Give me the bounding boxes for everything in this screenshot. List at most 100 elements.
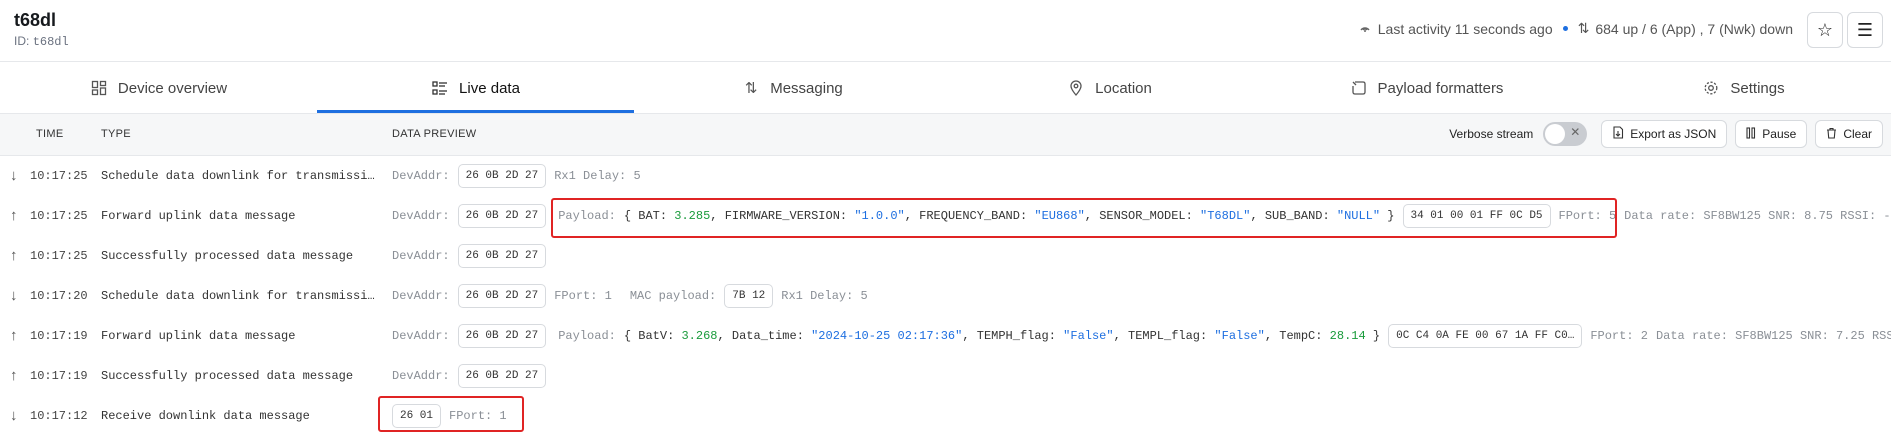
event-row[interactable]: ↓ 10:17:12 Receive downlink data message… xyxy=(0,396,1891,434)
tab-label: Payload formatters xyxy=(1377,79,1504,97)
arrow-up-icon: ↑ xyxy=(10,247,18,264)
event-row[interactable]: ↑ 10:17:19 Forward uplink data message D… xyxy=(0,316,1891,356)
col-time: TIME xyxy=(36,128,64,140)
devaddr-label: DevAddr: xyxy=(392,329,450,343)
event-type: Successfully processed data message xyxy=(101,369,354,383)
mac-payload-label: MAC payload: xyxy=(629,289,717,303)
device-header: t68dl ID: t68dl Last activity 11 seconds… xyxy=(0,0,1891,62)
hamburger-menu-icon: ☰ xyxy=(1856,19,1874,40)
verbose-stream-toggle[interactable]: ✕ xyxy=(1543,122,1588,146)
export-label: Export as JSON xyxy=(1630,127,1717,141)
toggle-knob xyxy=(1545,124,1566,144)
col-data-preview: DATA PREVIEW xyxy=(392,128,477,140)
list-icon xyxy=(431,79,449,97)
mac-payload-chip[interactable]: 7B 12 xyxy=(724,284,774,308)
data-preview: DevAddr: 26 0B 2D 27 Payload: { BatV: 3.… xyxy=(392,322,1891,350)
star-icon: ☆ xyxy=(1816,19,1834,40)
arrow-down-icon: ↓ xyxy=(10,287,18,304)
menu-button[interactable]: ☰ xyxy=(1847,12,1883,48)
tab-label: Live data xyxy=(459,79,520,97)
event-time: 10:17:19 xyxy=(30,369,88,383)
event-type: Receive downlink data message xyxy=(101,409,310,423)
tab-location[interactable]: Location xyxy=(951,62,1268,114)
tab-label: Device overview xyxy=(117,79,228,97)
pause-button[interactable]: Pause xyxy=(1735,120,1808,148)
activity-status: Last activity 11 seconds ago ⇅ 684 up / … xyxy=(1358,20,1793,37)
table-header: TIME TYPE DATA PREVIEW Verbose stream ✕ … xyxy=(0,114,1891,156)
devaddr-chip[interactable]: 26 0B 2D 27 xyxy=(457,204,547,228)
data-preview: DevAddr: 26 0B 2D 27 FPort: 1 MAC payloa… xyxy=(392,282,868,310)
data-preview: DevAddr: 26 0B 2D 27 xyxy=(392,242,547,270)
arrow-down-icon: ↓ xyxy=(10,167,18,184)
tab-messaging[interactable]: ⇅ Messaging xyxy=(634,62,951,114)
event-time: 10:17:12 xyxy=(30,409,88,423)
devaddr-chip[interactable]: 26 0B 2D 27 xyxy=(457,364,547,388)
clear-label: Clear xyxy=(1843,127,1872,141)
verbose-stream-label: Verbose stream xyxy=(1449,127,1534,141)
event-row[interactable]: ↑ 10:17:25 Successfully processed data m… xyxy=(0,236,1891,276)
event-type: Forward uplink data message xyxy=(101,329,296,343)
tab-device-overview[interactable]: Device overview xyxy=(0,62,317,114)
event-row[interactable]: ↑ 10:17:19 Successfully processed data m… xyxy=(0,356,1891,396)
up-down-arrows-icon: ⇅ xyxy=(744,80,758,97)
event-row[interactable]: ↓ 10:17:20 Schedule data downlink for tr… xyxy=(0,276,1891,316)
active-tab-indicator xyxy=(317,110,634,113)
data-preview: DevAddr: 26 0B 2D 27 Rx1 Delay: 5 xyxy=(392,162,641,190)
arrow-up-icon: ↑ xyxy=(10,367,18,384)
devaddr-label: DevAddr: xyxy=(392,209,450,223)
radio-metadata: Data rate: SF8BW125 SNR: 7.25 RSSI: - xyxy=(1655,329,1891,343)
stream-tools: Verbose stream ✕ Export as JSON Pause Cl… xyxy=(1449,120,1883,148)
event-time: 10:17:25 xyxy=(30,209,88,223)
trash-icon xyxy=(1826,127,1837,142)
tab-live-data[interactable]: Live data xyxy=(317,62,634,114)
devaddr-label: DevAddr: xyxy=(392,369,450,383)
arrow-down-icon: ↓ xyxy=(10,407,18,424)
device-id-value: t68dl xyxy=(32,35,69,49)
export-json-button[interactable]: Export as JSON xyxy=(1601,120,1728,148)
download-icon xyxy=(1612,126,1624,142)
pause-icon xyxy=(1746,126,1756,142)
event-type: Forward uplink data message xyxy=(101,209,296,223)
tab-label: Location xyxy=(1095,79,1152,97)
event-time: 10:17:19 xyxy=(30,329,88,343)
device-tabs: Device overview Live data ⇅ Messaging Lo… xyxy=(0,62,1891,114)
activity-dot xyxy=(1562,26,1568,31)
payload-label: Payload: xyxy=(558,329,616,343)
devaddr-chip[interactable]: 26 0B 2D 27 xyxy=(457,284,547,308)
event-row[interactable]: ↓ 10:17:25 Schedule data downlink for tr… xyxy=(0,156,1891,196)
map-pin-icon xyxy=(1067,79,1085,97)
clear-button[interactable]: Clear xyxy=(1815,120,1883,148)
devaddr-label: DevAddr: xyxy=(392,289,450,303)
tab-label: Settings xyxy=(1730,79,1785,97)
pause-label: Pause xyxy=(1762,127,1797,141)
last-activity: Last activity 11 seconds ago xyxy=(1377,20,1553,37)
rx1-delay: Rx1 Delay: 5 xyxy=(554,169,641,183)
device-id: ID: t68dl xyxy=(14,34,69,49)
code-icon xyxy=(1350,79,1368,97)
fport: FPort: 2 xyxy=(1590,329,1648,343)
devaddr-label: DevAddr: xyxy=(392,169,450,183)
grid-icon xyxy=(90,79,108,97)
raw-payload-chip[interactable]: 0C C4 0A FE 00 67 1A FF C0… xyxy=(1388,324,1583,348)
star-button[interactable]: ☆ xyxy=(1807,12,1843,48)
event-type: Successfully processed data message xyxy=(101,249,354,263)
signal-icon xyxy=(1358,20,1372,37)
radio-metadata: Data rate: SF8BW125 SNR: 8.75 RSSI: -7 xyxy=(1624,209,1891,223)
rx1-delay: Rx1 Delay: 5 xyxy=(781,289,868,303)
event-time: 10:17:25 xyxy=(30,249,88,263)
devaddr-chip[interactable]: 26 0B 2D 27 xyxy=(457,164,547,188)
devaddr-chip[interactable]: 26 0B 2D 27 xyxy=(457,324,547,348)
event-time: 10:17:25 xyxy=(30,169,88,183)
payload-object: { BatV: 3.268, Data_time: "2024-10-25 02… xyxy=(623,329,1381,343)
highlight-box xyxy=(378,396,524,432)
event-time: 10:17:20 xyxy=(30,289,88,303)
device-title: t68dl xyxy=(14,10,57,30)
highlight-box xyxy=(551,198,1617,238)
tab-label: Messaging xyxy=(770,79,843,97)
data-preview: DevAddr: 26 0B 2D 27 xyxy=(392,362,547,390)
traffic-counts: 684 up / 6 (App) , 7 (Nwk) down xyxy=(1595,20,1793,37)
tab-payload-formatters[interactable]: Payload formatters xyxy=(1268,62,1585,114)
devaddr-chip[interactable]: 26 0B 2D 27 xyxy=(457,244,547,268)
tab-settings[interactable]: Settings xyxy=(1585,62,1891,114)
fport: FPort: 1 xyxy=(554,289,612,303)
